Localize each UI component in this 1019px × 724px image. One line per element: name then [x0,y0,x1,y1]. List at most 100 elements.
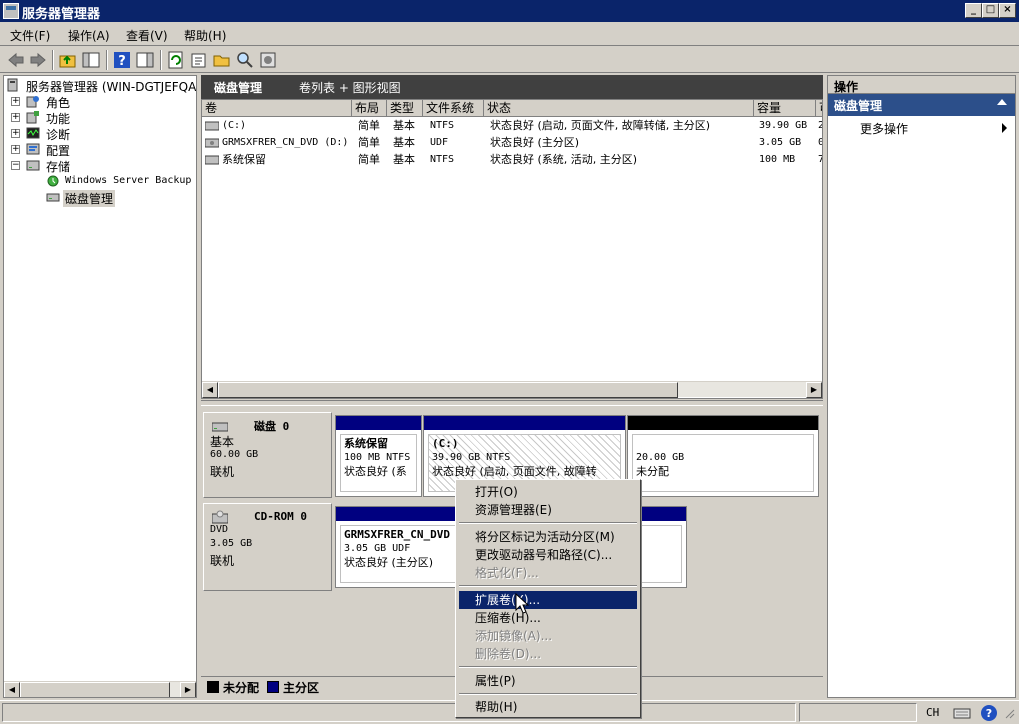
search-icon[interactable] [235,50,255,70]
tree-item-label: 角色 [46,96,71,110]
ctx-open[interactable]: 打开(O) [459,483,637,501]
server-manager-icon [3,3,19,19]
tree-item-configuration[interactable]: + 配置 [6,142,196,158]
cell-volume: (C:) [222,120,247,131]
up-folder-icon[interactable] [58,50,78,70]
cell-filesystem: NTFS [430,154,455,165]
settings-icon[interactable] [258,50,278,70]
table-horizontal-scrollbar[interactable]: ◀ ▶ [202,381,822,398]
cell-type: 基本 [393,119,415,132]
expander-plus-icon[interactable]: + [11,113,20,122]
column-header-layout[interactable]: 布局 [352,100,387,117]
disk-size: 60.00 GB [210,449,259,460]
show-hide-tree-icon[interactable] [81,50,101,70]
center-pane-header: 磁盘管理 卷列表 + 图形视图 [201,75,823,99]
disk-name: CD-ROM 0 [254,510,307,523]
menu-action[interactable]: 操作(A) [68,27,110,44]
tree-item-disk-management[interactable]: 磁盘管理 [6,190,196,207]
table-row[interactable]: 系统保留 简单 基本 NTFS 状态良好 (系统, 活动, 主分区) 100 M… [202,151,822,168]
tree-item-features[interactable]: + 功能 [6,110,196,126]
collapse-up-icon[interactable] [997,99,1007,105]
partition-size: 100 MB NTFS [344,452,411,463]
partition-status: 未分配 [636,465,669,478]
tree-item-storage[interactable]: − 存储 [6,158,196,174]
actions-section-disk-management[interactable]: 磁盘管理 [828,94,1015,116]
maximize-button[interactable]: □ [982,3,999,18]
properties-icon[interactable] [189,50,209,70]
tree-item-roles[interactable]: + 角色 [6,94,196,110]
more-actions-item[interactable]: 更多操作 [828,116,1015,138]
keyboard-icon[interactable] [953,704,971,722]
view-mode-label: 卷列表 + 图形视图 [299,81,401,95]
roles-icon [26,94,40,108]
help-icon[interactable]: ? [980,704,998,722]
column-header-filesystem[interactable]: 文件系统 [423,100,484,117]
tree-item-label: 功能 [46,112,71,126]
legend-unallocated-swatch [207,681,219,693]
expander-plus-icon[interactable]: + [11,97,20,106]
tree-item-diagnostics[interactable]: + 诊断 [6,126,196,142]
disk-0-label[interactable]: 磁盘 0 基本 60.00 GB 联机 [203,412,332,498]
partition-size: 20.00 GB [636,452,685,463]
scroll-thumb[interactable] [20,682,170,697]
volume-icon [204,154,220,165]
table-row[interactable]: GRMSXFRER_CN_DVD (D:) 简单 基本 UDF 状态良好 (主分… [202,134,822,151]
language-indicator[interactable]: CH [926,706,939,719]
refresh-icon[interactable] [166,50,186,70]
ctx-shrink-volume[interactable]: 压缩卷(H)... [459,609,637,627]
tree-item-label: Windows Server Backup [65,175,192,186]
column-header-status[interactable]: 状态 [484,100,754,117]
ctx-help[interactable]: 帮助(H) [459,698,637,716]
menu-file[interactable]: 文件(F) [10,27,50,44]
status-pane-secondary [799,703,917,722]
menu-help[interactable]: 帮助(H) [184,27,226,44]
svg-text:?: ? [118,54,126,69]
scroll-right-arrow-icon[interactable]: ▶ [806,382,822,398]
tree-horizontal-scrollbar[interactable]: ◀ ▶ [4,681,196,697]
cell-free: 0 [818,134,822,151]
cell-volume: GRMSXFRER_CN_DVD (D:) [222,137,349,148]
partition-unallocated[interactable]: 20.00 GB 未分配 [627,415,819,497]
disk-size: 3.05 GB [210,538,253,549]
ctx-change-drive-letter[interactable]: 更改驱动器号和路径(C)... [459,546,637,564]
ctx-extend-volume[interactable]: 扩展卷(X)... [459,591,637,609]
dvd-drive-icon [204,137,220,148]
tree-item-windows-server-backup[interactable]: Windows Server Backup [6,174,196,190]
menu-view[interactable]: 查看(V) [126,27,168,44]
window-title: 服务器管理器 [22,7,101,22]
open-folder-icon[interactable] [212,50,232,70]
actions-pane: 操作 磁盘管理 更多操作 [827,75,1016,698]
volume-icon [204,120,220,131]
expander-plus-icon[interactable]: + [11,145,20,154]
cell-type: 基本 [393,136,415,149]
close-button[interactable]: × [999,3,1016,18]
table-row[interactable]: (C:) 简单 基本 NTFS 状态良好 (启动, 页面文件, 故障转储, 主分… [202,117,822,134]
column-header-type[interactable]: 类型 [387,100,423,117]
column-header-volume[interactable]: 卷 [202,100,352,117]
resize-grip-icon[interactable] [1003,707,1015,719]
ctx-mark-active[interactable]: 将分区标记为活动分区(M) [459,528,637,546]
cdrom-0-label[interactable]: CD-ROM 0 DVD 3.05 GB 联机 [203,503,332,591]
help-icon[interactable]: ? [112,50,132,70]
mouse-cursor-icon [515,592,531,615]
toolbar: ? [0,47,1019,73]
scroll-left-arrow-icon[interactable]: ◀ [4,682,20,697]
column-header-free[interactable]: 可 [816,100,822,117]
ctx-explorer[interactable]: 资源管理器(E) [459,501,637,519]
back-arrow-icon[interactable] [6,50,26,70]
tree-item-label: 配置 [46,144,71,158]
expander-minus-icon[interactable]: − [11,161,20,170]
minimize-button[interactable]: _ [965,3,982,18]
ctx-properties[interactable]: 属性(P) [459,672,637,690]
scroll-thumb[interactable] [218,382,678,398]
ctx-format: 格式化(F)... [475,566,539,580]
scroll-right-arrow-icon[interactable]: ▶ [180,682,196,697]
column-header-capacity[interactable]: 容量 [754,100,816,117]
partition-system-reserved[interactable]: 系统保留 100 MB NTFS 状态良好 (系 [335,415,422,497]
show-hide-action-pane-icon[interactable] [135,50,155,70]
tree-root[interactable]: 服务器管理器 (WIN-DGTJEFQAPR [6,78,196,94]
partition-bar [424,416,625,430]
scroll-left-arrow-icon[interactable]: ◀ [202,382,218,398]
forward-arrow-icon[interactable] [28,50,48,70]
expander-plus-icon[interactable]: + [11,129,20,138]
